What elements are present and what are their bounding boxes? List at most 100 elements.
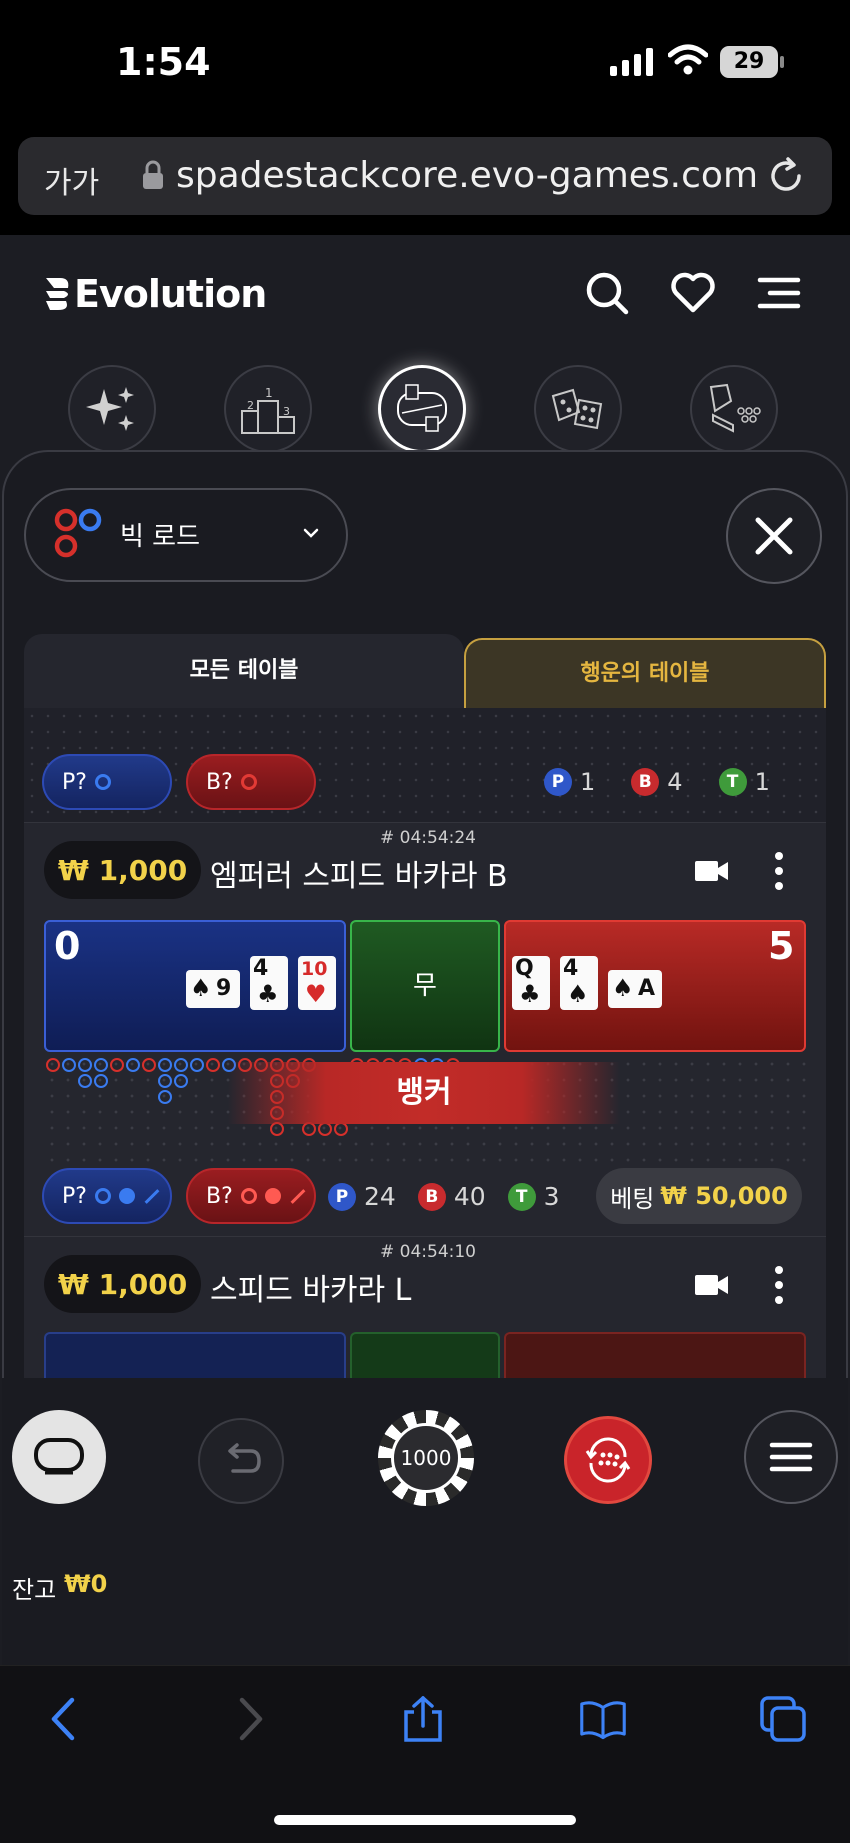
undo-icon <box>228 1443 261 1473</box>
forward-icon[interactable] <box>226 1696 272 1742</box>
tie-count-badge: T <box>507 1182 536 1211</box>
tabs-icon[interactable] <box>760 1696 806 1742</box>
evolution-logo[interactable]: Evolution <box>44 272 267 316</box>
road-marker <box>174 1074 188 1088</box>
card-rank: 10 <box>301 958 328 980</box>
table-view-button[interactable] <box>12 1410 106 1504</box>
road-marker <box>206 1058 220 1072</box>
player-prediction-pill[interactable]: P? <box>42 754 172 810</box>
banker-prediction-pill[interactable]: B? <box>186 1168 316 1224</box>
tie-result-box <box>350 1332 500 1378</box>
banker-card-3: A ♠ <box>608 970 662 1008</box>
video-camera-icon[interactable] <box>694 1272 730 1298</box>
banker-dot-icon <box>264 1188 281 1204</box>
summary-counts: P 1 B 4 T 1 <box>544 768 770 796</box>
rebet-button[interactable] <box>564 1416 652 1504</box>
card-suit: ♠ <box>612 974 634 1002</box>
logo-text: Evolution <box>74 272 267 316</box>
table-name: 스피드 바카라 L <box>210 1273 412 1308</box>
card-rank: 4 <box>563 956 579 981</box>
tab-all-tables[interactable]: 모든 테이블 <box>24 634 464 708</box>
player-count-badge: P <box>328 1182 356 1211</box>
bet-amount: ₩ 50,000 <box>660 1182 788 1210</box>
category-top-games-button[interactable]: 1 2 3 <box>224 365 312 453</box>
banker-card-2: 4 ♠ <box>560 956 598 1010</box>
tie-count-badge: T <box>718 768 747 796</box>
url-text[interactable]: spadestackcore.evo-games.com <box>176 155 758 196</box>
banker-prediction-pill[interactable]: B? <box>186 754 316 810</box>
player-card-2: 4 ♣ <box>250 956 288 1010</box>
player-prediction-label: P? <box>62 769 87 795</box>
hamburger-icon <box>769 1442 813 1472</box>
tie-count: 1 <box>754 768 770 796</box>
main-menu-button[interactable] <box>744 1410 838 1504</box>
road-marker <box>62 1058 76 1072</box>
card-suit: ♥ <box>305 980 327 1008</box>
banker-count-badge: B <box>631 768 660 796</box>
category-baccarat-button[interactable] <box>378 365 466 453</box>
road-marker <box>46 1058 60 1072</box>
tab-lucky-tables[interactable]: 행운의 테이블 <box>464 638 826 708</box>
more-options-icon[interactable] <box>770 850 788 892</box>
table-icon <box>34 1438 84 1475</box>
bet-label: 베팅 <box>610 1184 655 1213</box>
banker-count: 4 <box>667 768 683 796</box>
player-count-badge: P <box>544 768 572 796</box>
text-size-button[interactable]: 가가 <box>44 158 99 202</box>
balance-display: 잔고 ₩0 <box>12 1570 107 1605</box>
category-featured-button[interactable] <box>68 365 156 453</box>
banker-prediction-label: B? <box>206 1183 233 1209</box>
road-marker <box>94 1074 108 1088</box>
card-suit: ♠ <box>567 980 589 1008</box>
player-card-1: 9 ♠ <box>186 970 240 1008</box>
tie-result-box: 무 <box>350 920 500 1052</box>
player-score: 0 <box>54 924 81 968</box>
player-count: 24 <box>364 1182 396 1211</box>
road-marker <box>142 1058 156 1072</box>
undo-button[interactable] <box>198 1418 284 1504</box>
road-marker <box>78 1074 92 1088</box>
video-camera-icon[interactable] <box>694 858 730 884</box>
reload-icon[interactable] <box>766 156 806 196</box>
road-marker <box>94 1058 108 1072</box>
heart-icon[interactable] <box>670 270 716 316</box>
player-ring-icon <box>94 774 111 790</box>
banker-result-box <box>504 1332 806 1378</box>
bookmarks-icon[interactable] <box>580 1696 626 1742</box>
chip-selector[interactable]: 1000 <box>378 1410 474 1506</box>
menu-icon[interactable] <box>756 270 802 316</box>
lock-icon <box>143 160 163 189</box>
home-indicator <box>274 1815 576 1825</box>
player-result-box <box>44 1332 346 1378</box>
road-marker <box>110 1058 124 1072</box>
search-icon[interactable] <box>584 270 630 316</box>
chip-tray-icon <box>709 383 761 433</box>
road-marker <box>318 1122 332 1136</box>
road-marker <box>126 1058 140 1072</box>
close-panel-button[interactable] <box>726 488 822 584</box>
banker-card-1: Q ♣ <box>512 956 550 1010</box>
category-wheel-button[interactable] <box>690 365 778 453</box>
balance-label: 잔고 <box>12 1576 57 1604</box>
evolution-logo-mark <box>46 278 69 310</box>
category-dice-button[interactable] <box>534 365 622 453</box>
more-options-icon[interactable] <box>770 1264 788 1306</box>
road-marker <box>174 1058 188 1072</box>
player-card-3: 10 ♥ <box>298 956 336 1010</box>
table-limit: ₩ 1,000 <box>44 1255 202 1313</box>
card-suit: ♣ <box>519 980 541 1008</box>
back-icon[interactable] <box>42 1696 88 1742</box>
road-marker <box>190 1058 204 1072</box>
close-icon <box>755 517 793 555</box>
card-rank: A <box>638 976 656 1001</box>
banker-ring-icon <box>240 1188 257 1204</box>
card-suit: ♠ <box>190 974 212 1002</box>
chip-value: 1000 <box>391 1423 461 1493</box>
player-dot-icon <box>118 1188 135 1204</box>
banker-prediction-label: B? <box>206 769 233 795</box>
banker-slash-icon <box>290 1188 306 1204</box>
player-prediction-pill[interactable]: P? <box>42 1168 172 1224</box>
table-name: 엠퍼러 스피드 바카라 B <box>210 859 508 894</box>
share-icon[interactable] <box>400 1696 446 1742</box>
banker-ring-icon <box>240 774 257 790</box>
